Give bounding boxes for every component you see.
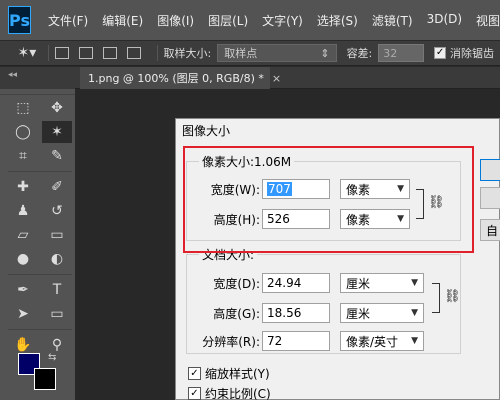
constrain-proportions-checkbox[interactable]: ✓ 约束比例(C) — [188, 385, 271, 400]
magic-wand-preset-icon[interactable]: ✶▾ — [12, 43, 42, 63]
photoshop-logo: Ps — [8, 6, 31, 34]
tolerance-label: 容差: — [346, 47, 373, 60]
tool-divider — [8, 274, 72, 275]
new-selection-icon[interactable] — [54, 47, 69, 59]
history-brush-tool-icon[interactable]: ↺ — [42, 200, 72, 222]
doc-width-input[interactable]: 24.94 — [262, 273, 330, 293]
constrain-label: 约束比例(C) — [205, 387, 271, 400]
auto-button[interactable]: 自 — [480, 219, 500, 241]
chevron-down-icon: ▼ — [411, 308, 418, 318]
eyedropper-tool-icon[interactable]: ✎ — [42, 145, 72, 167]
resolution-unit: 像素/英寸 — [346, 334, 399, 349]
doc-width-unit: 厘米 — [346, 276, 371, 291]
sample-size-select[interactable]: 取样点 ⇕ — [217, 44, 337, 62]
background-color-swatch[interactable] — [34, 368, 56, 390]
pen-tool-icon[interactable]: ✒ — [8, 279, 38, 301]
dialog-title: 图像大小 — [182, 124, 231, 138]
options-divider — [47, 45, 49, 61]
resolution-unit-select[interactable]: 像素/英寸 ▼ — [340, 331, 424, 351]
checkmark-icon: ✓ — [188, 387, 201, 400]
resolution-label: 分辨率(R): — [202, 335, 260, 349]
doc-width-label: 宽度(D): — [213, 277, 260, 291]
menu-filter[interactable]: 滤镜(T) — [365, 12, 420, 29]
menu-3d[interactable]: 3D(D) — [420, 12, 469, 29]
eraser-tool-icon[interactable]: ▱ — [8, 224, 38, 246]
menu-view[interactable]: 视图(V) — [469, 12, 500, 29]
menu-image[interactable]: 图像(I) — [150, 12, 201, 29]
antialias-checkbox[interactable]: ✓ — [434, 47, 446, 59]
zoom-tool-icon[interactable]: ⚲ — [42, 334, 72, 356]
healing-brush-tool-icon[interactable]: ✚ — [8, 176, 38, 198]
clone-stamp-tool-icon[interactable]: ♟ — [8, 200, 38, 222]
tool-grid: ⬚ ✥ ◯ ✶ ⌗ ✎ ✚ ✐ ♟ ↺ ▱ ▭ ● ◐ ✒ T ➤ ▭ ✋ ⚲ — [0, 95, 75, 358]
ok-button[interactable] — [480, 159, 500, 181]
options-divider — [156, 45, 158, 61]
chevron-down-icon: ▼ — [411, 336, 418, 346]
scale-styles-label: 缩放样式(Y) — [205, 367, 270, 381]
tool-divider — [8, 171, 72, 172]
menu-bar: Ps 文件(F) 编辑(E) 图像(I) 图层(L) 文字(Y) 选择(S) 滤… — [0, 0, 500, 40]
sample-size-label: 取样大小: — [163, 47, 212, 60]
brush-tool-icon[interactable]: ✐ — [42, 176, 72, 198]
resolution-value: 72 — [267, 334, 283, 348]
antialias-label: 消除锯齿 — [450, 47, 494, 60]
doc-height-label: 高度(G): — [213, 307, 260, 321]
scale-styles-checkbox[interactable]: ✓ 缩放样式(Y) — [188, 365, 270, 382]
add-to-selection-icon[interactable] — [78, 47, 93, 59]
checkmark-icon: ✓ — [188, 367, 201, 380]
toolbox-collapse-icon[interactable]: ◂◂ — [0, 67, 75, 89]
crop-tool-icon[interactable]: ⌗ — [8, 145, 38, 167]
tool-divider — [8, 329, 72, 330]
doc-height-unit-select[interactable]: 厘米 ▼ — [340, 303, 424, 323]
red-highlight-box — [183, 146, 474, 253]
lasso-tool-icon[interactable]: ◯ — [8, 121, 38, 143]
doc-width-unit-select[interactable]: 厘米 ▼ — [340, 273, 424, 293]
doc-link-bracket — [432, 283, 440, 313]
doc-height-value: 18.56 — [267, 306, 302, 320]
sample-size-value: 取样点 — [224, 47, 258, 60]
document-tab[interactable]: 1.png @ 100% (图层 0, RGB/8) * × — [80, 67, 281, 89]
blur-tool-icon[interactable]: ● — [8, 248, 38, 270]
chain-link-icon: ⛓ — [444, 289, 461, 304]
move-tool-icon[interactable]: ✥ — [42, 97, 72, 119]
dodge-tool-icon[interactable]: ◐ — [42, 248, 72, 270]
subtract-selection-icon[interactable] — [102, 47, 117, 59]
close-icon[interactable]: × — [272, 72, 281, 85]
path-selection-tool-icon[interactable]: ➤ — [8, 303, 38, 325]
chevron-updown-icon: ⇕ — [320, 46, 330, 60]
menu-select[interactable]: 选择(S) — [310, 12, 365, 29]
tolerance-input[interactable]: 32 — [378, 44, 425, 62]
chevron-down-icon: ▼ — [411, 278, 418, 288]
menu-type[interactable]: 文字(Y) — [255, 12, 310, 29]
document-tab-title: 1.png @ 100% (图层 0, RGB/8) * — [88, 72, 264, 85]
marquee-tool-icon[interactable]: ⬚ — [8, 97, 38, 119]
magic-wand-tool-icon[interactable]: ✶ — [42, 121, 72, 143]
swap-colors-icon[interactable]: ⇆ — [48, 352, 56, 363]
shape-tool-icon[interactable]: ▭ — [42, 303, 72, 325]
doc-height-input[interactable]: 18.56 — [262, 303, 330, 323]
menu-edit[interactable]: 编辑(E) — [95, 12, 150, 29]
main-menu: 文件(F) 编辑(E) 图像(I) 图层(L) 文字(Y) 选择(S) 滤镜(T… — [41, 12, 500, 29]
doc-height-unit: 厘米 — [346, 306, 371, 321]
options-bar: ✶▾ 取样大小: 取样点 ⇕ 容差: 32 ✓ 消除锯齿 — [0, 40, 500, 66]
doc-width-value: 24.94 — [267, 276, 302, 290]
resolution-input[interactable]: 72 — [262, 331, 330, 351]
gradient-tool-icon[interactable]: ▭ — [42, 224, 72, 246]
cancel-button[interactable] — [480, 187, 500, 209]
menu-file[interactable]: 文件(F) — [41, 12, 95, 29]
intersect-selection-icon[interactable] — [126, 47, 141, 59]
type-tool-icon[interactable]: T — [42, 279, 72, 301]
menu-layer[interactable]: 图层(L) — [201, 12, 255, 29]
